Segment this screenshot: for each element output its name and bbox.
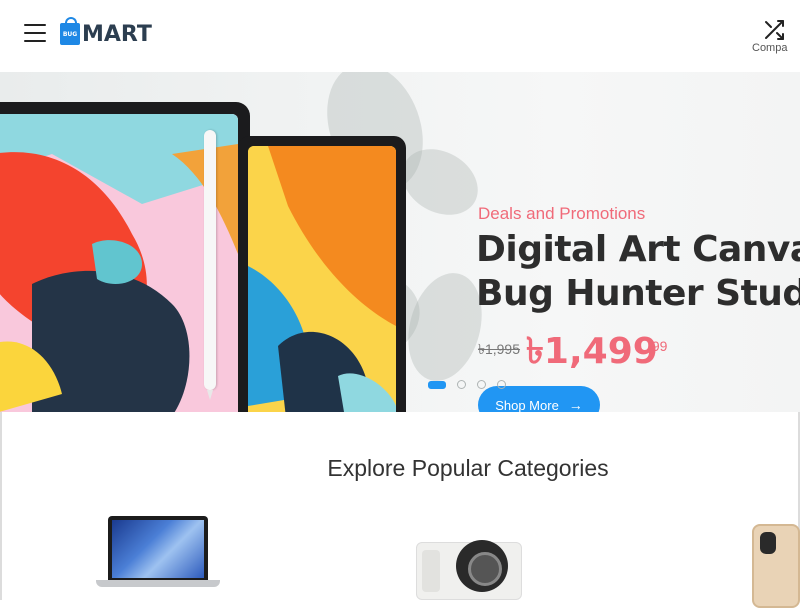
- carousel-dot-3[interactable]: [477, 380, 486, 389]
- category-camera[interactable]: [416, 532, 522, 600]
- arrow-right-icon: →: [568, 397, 583, 412]
- categories-title: Explore Popular Categories: [327, 455, 609, 481]
- shuffle-icon: [765, 20, 784, 40]
- carousel-dot-4[interactable]: [497, 380, 506, 389]
- carousel-dot-2[interactable]: [457, 380, 466, 389]
- logo-badge-text: BUG: [62, 31, 78, 38]
- new-price: ৳1,499: [526, 331, 658, 372]
- category-phone[interactable]: [752, 524, 800, 608]
- hero-headline: Digital Art Canvas Bug Hunter Studio: [476, 228, 800, 316]
- logo-text: MART: [82, 21, 152, 47]
- shopping-bag-icon: BUG: [60, 17, 80, 45]
- carousel-dot-1[interactable]: [428, 380, 446, 389]
- hero-banner: Deals and Promotions Digital Art Canvas …: [0, 72, 800, 412]
- menu-icon[interactable]: [24, 24, 46, 42]
- carousel-dots: [428, 380, 517, 389]
- shop-more-label: Shop More: [495, 397, 559, 413]
- promo-label: Deals and Promotions: [478, 204, 646, 223]
- old-price: ৳1,995: [478, 341, 521, 357]
- compare-label: Compa: [752, 42, 788, 54]
- category-laptop[interactable]: [96, 516, 220, 592]
- shop-more-button[interactable]: Shop More →: [478, 386, 600, 412]
- compare-link[interactable]: Compa: [752, 18, 800, 54]
- site-header: BUG MART Compa: [0, 0, 800, 72]
- headline-line-2: Bug Hunter Studio: [476, 273, 800, 314]
- ipad-image-small: [238, 136, 406, 412]
- headline-line-1: Digital Art Canvas: [476, 229, 800, 270]
- new-price-cents: .99: [648, 338, 668, 354]
- site-logo[interactable]: BUG MART: [60, 17, 152, 48]
- apple-pencil-image: [204, 130, 216, 400]
